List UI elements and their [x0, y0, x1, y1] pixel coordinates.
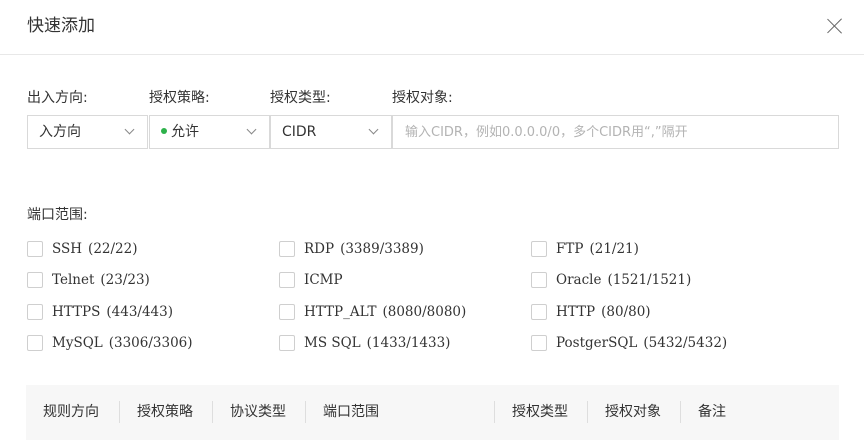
checkbox[interactable] [279, 272, 295, 288]
port-option-telnet[interactable]: Telnet (23/23) [27, 270, 150, 290]
auth-type-label: 授权类型: [270, 90, 331, 106]
port-option-http[interactable]: HTTP (80/80) [531, 302, 651, 322]
policy-select-value: 允许 [171, 124, 199, 140]
column-divider [212, 401, 213, 423]
port-option-http-alt[interactable]: HTTP_ALT (8080/8080) [279, 302, 466, 322]
checkbox[interactable] [531, 272, 547, 288]
column-header-policy: 授权策略 [137, 404, 193, 420]
checkbox[interactable] [27, 335, 43, 351]
dialog-header: 快速添加 [0, 0, 864, 55]
column-divider [680, 401, 681, 423]
auth-target-label: 授权对象: [392, 90, 453, 106]
quick-add-dialog: 快速添加 出入方向: 授权策略: 授权类型: 授权对象: 入方向 允许 CIDR… [0, 0, 864, 448]
direction-label: 出入方向: [27, 90, 88, 106]
port-option-postgresql[interactable]: PostgerSQL (5432/5432) [531, 333, 727, 353]
auth-target-input[interactable] [392, 115, 839, 149]
policy-select[interactable]: 允许 [149, 115, 270, 149]
checkbox[interactable] [531, 335, 547, 351]
column-header-direction: 规则方向 [43, 404, 99, 420]
checkbox[interactable] [531, 241, 547, 257]
port-option-mssql[interactable]: MS SQL (1433/1433) [279, 333, 450, 353]
column-divider [119, 401, 120, 423]
checkbox[interactable] [279, 241, 295, 257]
port-option-icmp[interactable]: ICMP [279, 270, 343, 290]
column-divider [305, 401, 306, 423]
close-icon[interactable] [826, 17, 844, 35]
status-dot-icon [161, 128, 167, 134]
port-option-rdp[interactable]: RDP (3389/3389) [279, 239, 424, 259]
direction-select-value: 入方向 [39, 124, 81, 140]
port-option-https[interactable]: HTTPS (443/443) [27, 302, 173, 322]
port-range-label: 端口范围: [27, 207, 88, 223]
column-header-auth-target: 授权对象 [605, 404, 661, 420]
auth-type-select-value: CIDR [282, 124, 317, 140]
policy-label: 授权策略: [149, 90, 210, 106]
chevron-down-icon [124, 124, 135, 135]
rules-table-header: 规则方向 授权策略 协议类型 端口范围 授权类型 授权对象 备注 [26, 385, 839, 440]
port-option-mysql[interactable]: MySQL (3306/3306) [27, 333, 193, 353]
checkbox[interactable] [27, 241, 43, 257]
checkbox[interactable] [279, 335, 295, 351]
column-header-protocol: 协议类型 [230, 404, 286, 420]
column-header-port-range: 端口范围 [323, 404, 379, 420]
port-option-oracle[interactable]: Oracle (1521/1521) [531, 270, 691, 290]
column-header-auth-type: 授权类型 [512, 404, 568, 420]
column-divider [494, 401, 495, 423]
port-option-ftp[interactable]: FTP (21/21) [531, 239, 639, 259]
checkbox[interactable] [531, 304, 547, 320]
dialog-title: 快速添加 [27, 16, 95, 36]
column-header-remark: 备注 [698, 404, 726, 420]
port-option-ssh[interactable]: SSH (22/22) [27, 239, 138, 259]
chevron-down-icon [246, 124, 257, 135]
direction-select[interactable]: 入方向 [27, 115, 148, 149]
checkbox[interactable] [27, 304, 43, 320]
checkbox[interactable] [27, 272, 43, 288]
checkbox[interactable] [279, 304, 295, 320]
column-divider [587, 401, 588, 423]
chevron-down-icon [368, 124, 379, 135]
auth-type-select[interactable]: CIDR [270, 115, 392, 149]
